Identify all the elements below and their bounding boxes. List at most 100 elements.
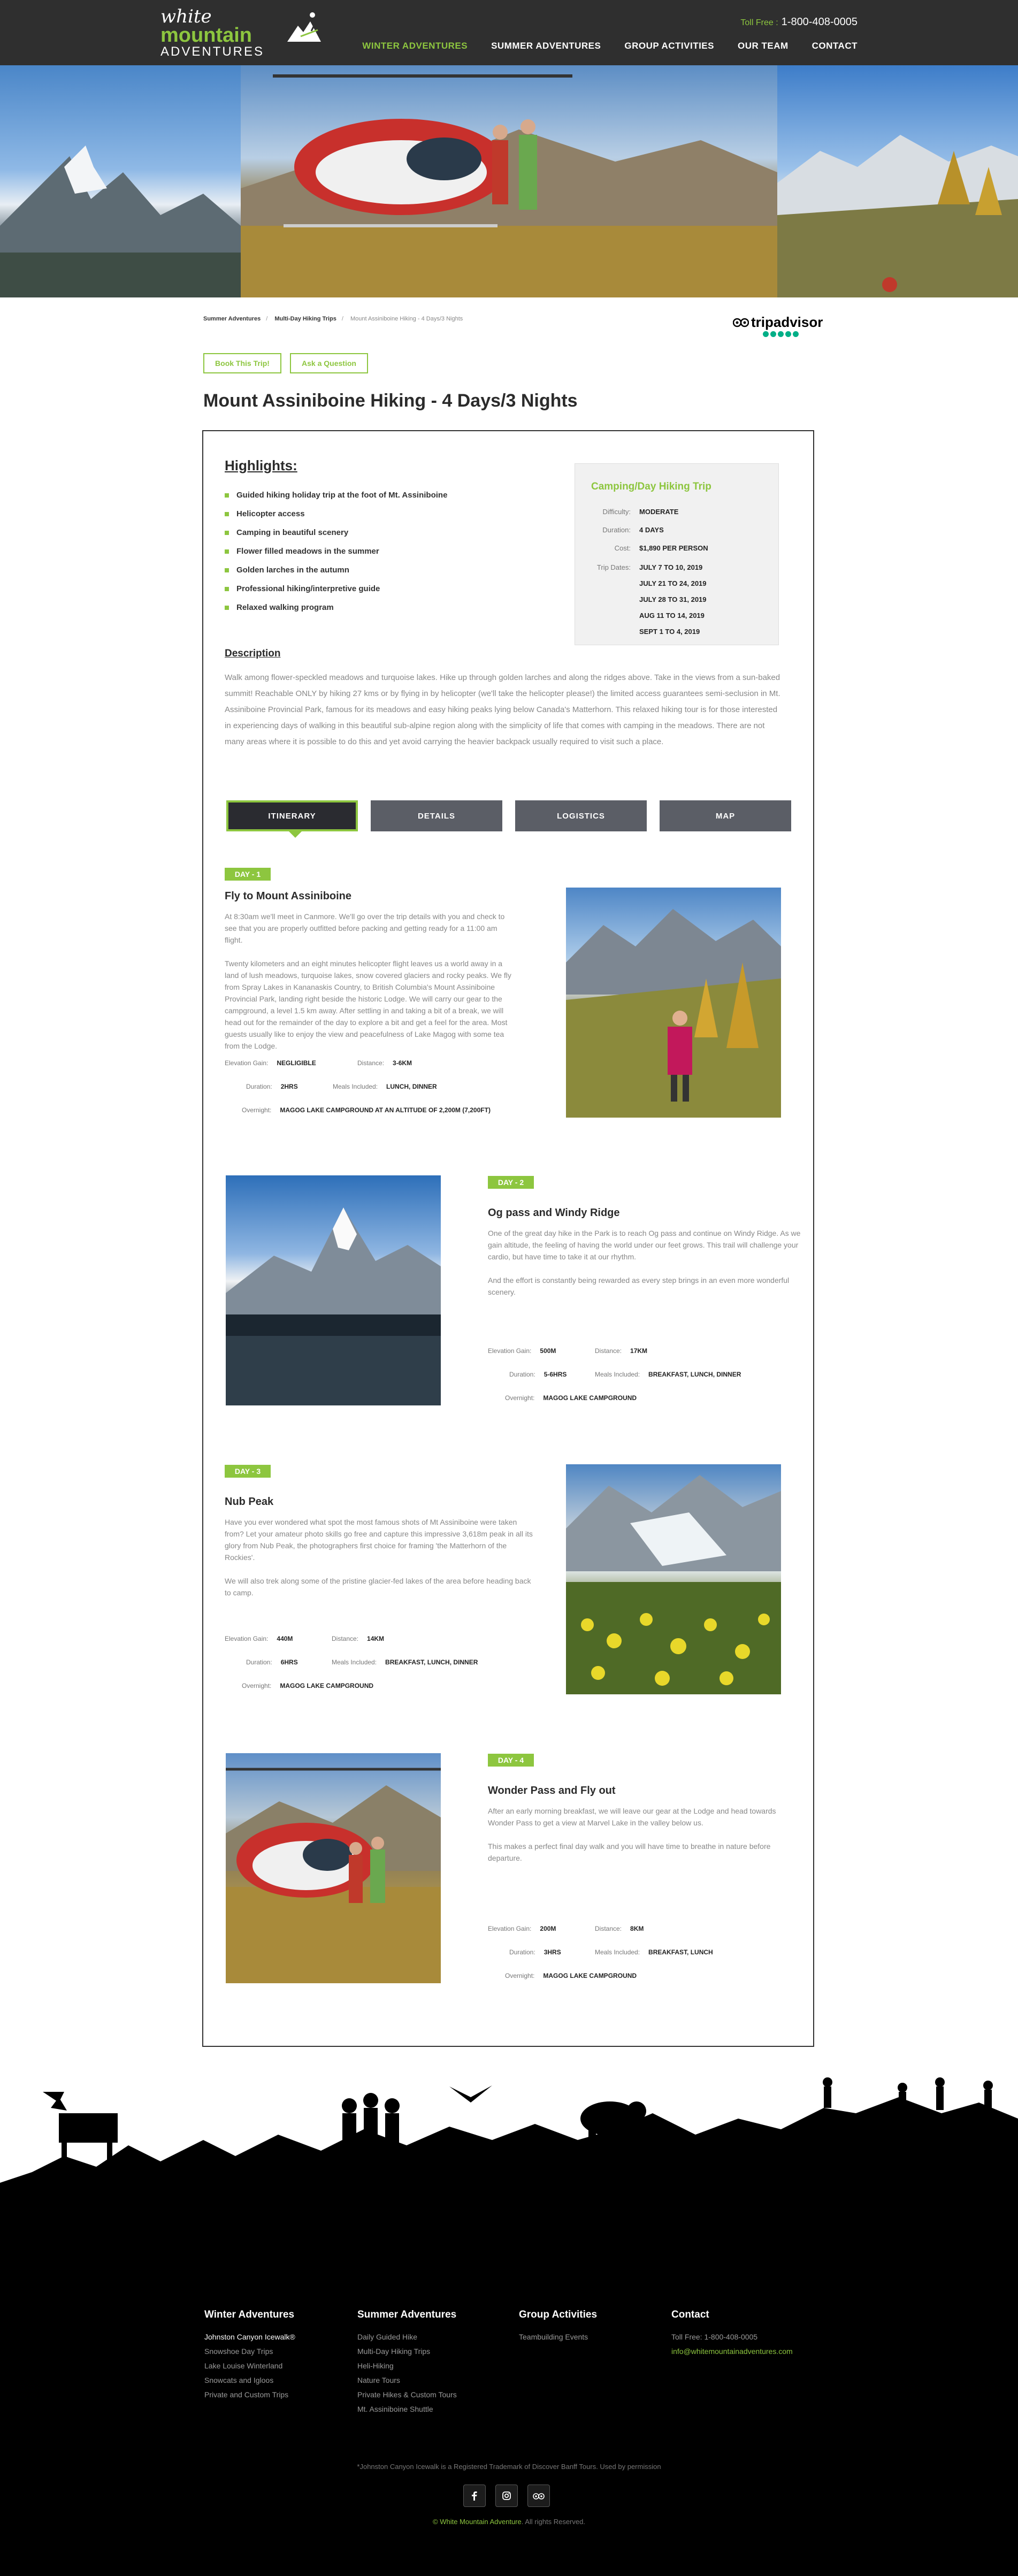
day-badge: DAY - 1: [225, 868, 271, 881]
rating-dot-icon: [785, 331, 791, 337]
book-trip-button[interactable]: Book This Trip!: [203, 353, 281, 373]
footer-link[interactable]: Nature Tours: [357, 2376, 457, 2390]
trademark-note: *Johnston Canyon Icewalk is a Registered…: [357, 2463, 661, 2471]
day-badge: DAY - 3: [225, 1465, 271, 1478]
meals-stat: Meals Included: BREAKFAST, LUNCH, DINNER: [595, 1371, 741, 1378]
difficulty-label: Difficulty:: [602, 508, 631, 516]
meals-label: Meals Included:: [595, 1371, 640, 1378]
nav-summer-adventures[interactable]: SUMMER ADVENTURES: [491, 41, 601, 51]
distance-label: Distance:: [595, 1347, 622, 1355]
footer-link[interactable]: Johnston Canyon Icewalk®: [204, 2333, 295, 2347]
nav-our-team[interactable]: OUR TEAM: [738, 41, 789, 51]
overnight-value: MAGOG LAKE CAMPGROUND: [543, 1972, 637, 1979]
footer-phone[interactable]: Toll Free: 1-800-408-0005: [671, 2333, 793, 2347]
footer-link[interactable]: Mt. Assiniboine Shuttle: [357, 2405, 457, 2419]
tab-logistics[interactable]: LOGISTICS: [515, 800, 647, 831]
trip-tabs: ITINERARY DETAILS LOGISTICS MAP: [226, 800, 791, 838]
elevation-value: 500M: [540, 1347, 556, 1355]
hero-image-helicopter: [241, 65, 777, 297]
footer-col-winter: Winter Adventures Johnston Canyon Icewal…: [204, 2309, 295, 2405]
footer-link[interactable]: Lake Louise Winterland: [204, 2361, 295, 2376]
footer-link[interactable]: Private and Custom Trips: [204, 2390, 295, 2405]
distance-label: Distance:: [595, 1925, 622, 1932]
day-1-photo-hiker: [566, 888, 781, 1118]
overnight-stat: Overnight: MAGOG LAKE CAMPGROUND: [505, 1394, 637, 1402]
distance-stat: Distance: 17KM: [595, 1347, 647, 1355]
trip-dates-list: JULY 7 TO 10, 2019 JULY 21 TO 24, 2019 J…: [639, 563, 707, 644]
footer-link[interactable]: Heli-Hiking: [357, 2361, 457, 2376]
highlight-item: Camping in beautiful scenery: [225, 523, 447, 542]
meals-stat: Meals Included: BREAKFAST, LUNCH: [595, 1948, 713, 1956]
breadcrumb-multi-day-hiking[interactable]: Multi-Day Hiking Trips: [274, 316, 336, 322]
toll-free-phone[interactable]: Toll Free :1-800-408-0005: [740, 16, 858, 28]
tripadvisor-icon[interactable]: [527, 2485, 550, 2507]
duration-label: Duration:: [509, 1948, 535, 1956]
rating-dot-icon: [763, 331, 769, 337]
rating-dot-icon: [770, 331, 776, 337]
tab-itinerary[interactable]: ITINERARY: [226, 800, 358, 838]
tripadvisor-rating: [763, 331, 799, 337]
highlights-heading: Highlights:: [225, 457, 297, 473]
overnight-value: MAGOG LAKE CAMPGROUND: [280, 1682, 374, 1690]
instagram-icon[interactable]: [495, 2485, 518, 2507]
rating-dot-icon: [778, 331, 784, 337]
distance-value: 3-6KM: [393, 1059, 412, 1067]
eagle-silhouette-icon: [449, 2085, 492, 2103]
duration-stat: Duration: 2HRS: [246, 1083, 298, 1090]
tripadvisor-wordmark: tripadvisor: [751, 314, 823, 330]
highlight-item: Professional hiking/interpretive guide: [225, 579, 447, 598]
footer-col-title: Contact: [671, 2309, 709, 2320]
overnight-value: MAGOG LAKE CAMPGROUND AT AN ALTITUDE OF …: [280, 1106, 491, 1114]
distance-stat: Distance: 14KM: [332, 1635, 384, 1642]
hikers-group-silhouette-icon: [342, 2093, 400, 2161]
day-description: One of the great day hike in the Park is…: [488, 1227, 802, 1310]
site-footer: [0, 2247, 1018, 2576]
description-heading: Description: [225, 648, 281, 659]
distance-value: 17KM: [630, 1347, 648, 1355]
tab-details[interactable]: DETAILS: [371, 800, 502, 831]
copyright-brand[interactable]: White Mountain Adventure: [440, 2518, 521, 2526]
distance-value: 8KM: [630, 1925, 644, 1932]
footer-email[interactable]: info@whitemountainadventures.com: [671, 2347, 793, 2361]
elevation-stat: Elevation Gain: 500M: [488, 1347, 556, 1355]
day-badge: DAY - 4: [488, 1754, 534, 1767]
nav-group-activities[interactable]: GROUP ACTIVITIES: [624, 41, 714, 51]
ask-question-button[interactable]: Ask a Question: [290, 353, 368, 373]
meals-label: Meals Included:: [595, 1948, 640, 1956]
footer-link[interactable]: Teambuilding Events: [519, 2333, 597, 2347]
footer-link[interactable]: Multi-Day Hiking Trips: [357, 2347, 457, 2361]
day-3-photo-flowers: [566, 1464, 781, 1694]
footer-col-group: Group Activities Teambuilding Events: [519, 2309, 597, 2347]
copyright-symbol: ©: [433, 2518, 438, 2526]
breadcrumb-summer-adventures[interactable]: Summer Adventures: [203, 316, 261, 322]
duration-label: Duration:: [246, 1083, 272, 1090]
distance-label: Distance:: [332, 1635, 359, 1642]
highlight-item: Helicopter access: [225, 505, 447, 523]
trip-date: JULY 7 TO 10, 2019: [639, 563, 703, 571]
footer-col-summer: Summer Adventures Daily Guided Hike Mult…: [357, 2309, 457, 2419]
trip-info-card: Camping/Day Hiking Trip Difficulty: MODE…: [575, 463, 779, 645]
footer-link[interactable]: Snowshoe Day Trips: [204, 2347, 295, 2361]
footer-link[interactable]: Daily Guided Hike: [357, 2333, 457, 2347]
footer-link[interactable]: Snowcats and Igloos: [204, 2376, 295, 2390]
day-title: Og pass and Windy Ridge: [488, 1207, 620, 1219]
overnight-stat: Overnight: MAGOG LAKE CAMPGROUND AT AN AL…: [242, 1106, 491, 1114]
meals-value: LUNCH, DINNER: [386, 1083, 437, 1090]
tab-map[interactable]: MAP: [660, 800, 791, 831]
distance-label: Distance:: [357, 1059, 385, 1067]
tripadvisor-owl-icon: [733, 318, 749, 327]
nav-contact[interactable]: CONTACT: [812, 41, 858, 51]
day-paragraph: After an early morning breakfast, we wil…: [488, 1807, 776, 1827]
trip-date: SEPT 1 TO 4, 2019: [639, 628, 700, 636]
overnight-label: Overnight:: [242, 1682, 272, 1690]
duration-value: 3HRS: [544, 1948, 561, 1956]
nav-winter-adventures[interactable]: WINTER ADVENTURES: [362, 41, 468, 51]
meals-stat: Meals Included: BREAKFAST, LUNCH, DINNER: [332, 1658, 478, 1666]
footer-link[interactable]: Private Hikes & Custom Tours: [357, 2390, 457, 2405]
elevation-label: Elevation Gain:: [225, 1059, 269, 1067]
day-paragraph: We will also trek along some of the pris…: [225, 1577, 531, 1597]
tripadvisor-badge[interactable]: tripadvisor: [732, 313, 823, 340]
day-title: Wonder Pass and Fly out: [488, 1785, 616, 1797]
facebook-icon[interactable]: [463, 2485, 486, 2507]
site-logo[interactable]: white mountain ADVENTURES: [160, 7, 321, 61]
